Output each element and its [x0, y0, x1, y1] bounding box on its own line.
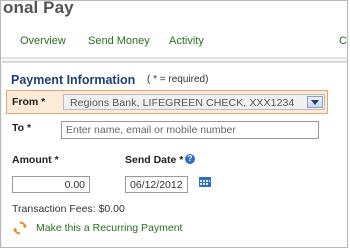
send-date-label: Send Date *	[125, 154, 184, 166]
amount-label: Amount *	[12, 154, 59, 166]
recipient-input[interactable]	[61, 121, 319, 139]
tab-overview[interactable]: Overview	[20, 35, 66, 47]
section-title: Payment Information	[11, 73, 136, 87]
refresh-icon[interactable]	[13, 221, 27, 235]
from-row: From * Regions Bank, LIFEGREEN CHECK, XX…	[6, 90, 328, 114]
nav-divider	[1, 57, 347, 59]
calendar-icon[interactable]	[199, 177, 211, 187]
tab-contacts[interactable]: Co	[339, 35, 347, 47]
transaction-fees: Transaction Fees: $0.00	[12, 203, 125, 215]
to-label: To *	[12, 122, 32, 134]
amount-input[interactable]	[12, 176, 90, 193]
window-frame: onal Pay Overview Send Money Activity Co…	[0, 0, 348, 248]
help-icon[interactable]: ?	[185, 154, 195, 164]
from-label: From *	[12, 96, 46, 108]
app-title: onal Pay	[3, 0, 74, 17]
from-account-value: Regions Bank, LIFEGREEN CHECK, XXX1234	[70, 97, 295, 109]
nav-tabs: Overview Send Money Activity Co	[1, 29, 347, 57]
from-account-select[interactable]: Regions Bank, LIFEGREEN CHECK, XXX1234	[63, 94, 325, 110]
chevron-down-icon[interactable]	[307, 96, 323, 108]
send-date-input[interactable]	[125, 176, 188, 193]
tab-send-money[interactable]: Send Money	[88, 35, 150, 47]
tab-activity[interactable]: Activity	[169, 35, 204, 47]
required-note: ( * = required)	[147, 74, 209, 85]
recurring-payment-link[interactable]: Make this a Recurring Payment	[36, 222, 182, 234]
